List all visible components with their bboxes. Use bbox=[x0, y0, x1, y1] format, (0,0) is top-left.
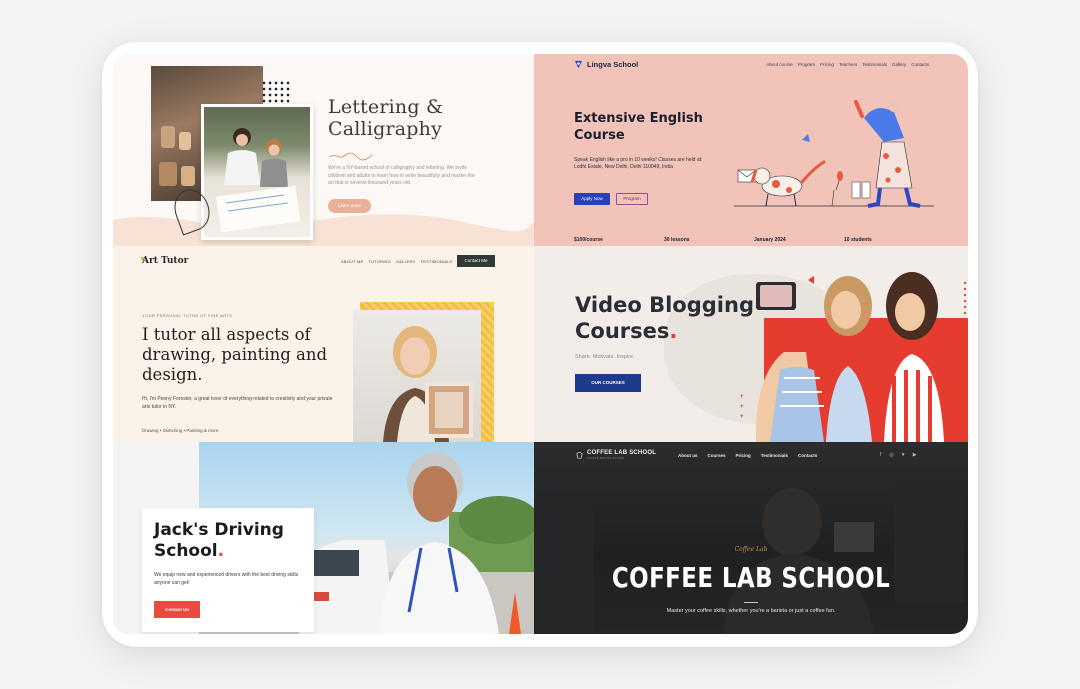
nav-pricing[interactable]: Pricing bbox=[820, 62, 834, 67]
contact-me-button[interactable]: Contact Me bbox=[457, 255, 495, 267]
plus-decoration: + bbox=[740, 404, 744, 410]
art-tutor-nav: ABOUT ME TUTORING GALLERY TESTIMONIALS bbox=[341, 259, 452, 264]
lingva-title: Extensive English Course bbox=[574, 111, 703, 143]
art-tutor-tags: Drawing • Sketching • Painting & more bbox=[142, 428, 219, 433]
lettering-description: We're a NY-based school of calligraphy a… bbox=[328, 165, 475, 186]
lingva-logo[interactable]: Lingva School bbox=[587, 60, 638, 69]
coffee-lab-template-preview[interactable]: COFFEE LAB SCHOOL COFFEE MAKING SCHOOL A… bbox=[534, 442, 968, 634]
dog-walker-illustration bbox=[734, 100, 934, 208]
coffee-logo[interactable]: COFFEE LAB SCHOOL bbox=[587, 450, 656, 456]
art-tutor-description: Hi, I'm Penny Forester, a great lover of… bbox=[142, 396, 333, 410]
lingva-nav: About course Program Pricing Teachers Te… bbox=[766, 62, 929, 67]
nav-gallery[interactable]: Gallery bbox=[892, 62, 906, 67]
vloggers-photo bbox=[755, 272, 944, 442]
title-accent-dot: . bbox=[669, 319, 678, 343]
video-blogging-title: Video Blogging Courses. bbox=[575, 292, 754, 344]
youtube-icon[interactable]: ▶ bbox=[913, 452, 917, 458]
nav-gallery[interactable]: GALLERY bbox=[396, 259, 416, 264]
nav-pricing[interactable]: Pricing bbox=[736, 453, 751, 458]
squiggle-decoration bbox=[329, 152, 373, 161]
facebook-icon[interactable]: f bbox=[880, 452, 881, 458]
stat-lessons: 30 lessons bbox=[664, 237, 690, 243]
coffee-description: Master your coffee skills, whether you'r… bbox=[666, 608, 836, 614]
coffee-logo-icon bbox=[576, 451, 583, 459]
stat-start-date: January 2024 bbox=[754, 237, 786, 243]
stat-price: $100/course bbox=[574, 237, 603, 243]
social-links: f ◎ ♥ ▶ bbox=[880, 452, 917, 458]
lettering-template-preview[interactable]: Lettering & Calligraphy We're a NY-based… bbox=[113, 54, 534, 246]
lettering-title: Lettering & Calligraphy bbox=[328, 96, 443, 140]
tutor-portrait bbox=[353, 310, 481, 442]
coffee-logo-subtitle: COFFEE MAKING SCHOOL bbox=[587, 457, 625, 460]
driving-title-line1: Jack's Driving bbox=[154, 520, 284, 540]
lettering-title-line1: Lettering & bbox=[328, 96, 444, 118]
art-tutor-template-preview[interactable]: Art Tutor ABOUT ME TUTORING GALLERY TEST… bbox=[113, 246, 534, 442]
dot-pattern-decoration bbox=[261, 80, 291, 106]
nav-testimonials[interactable]: Testimonials bbox=[761, 453, 788, 458]
nav-contacts[interactable]: Contacts bbox=[798, 453, 817, 458]
plus-decoration: + bbox=[740, 414, 744, 420]
art-tutor-title: I tutor all aspects of drawing, painting… bbox=[142, 325, 328, 384]
nav-about-me[interactable]: ABOUT ME bbox=[341, 259, 363, 264]
our-courses-button[interactable]: OUR COURSES bbox=[575, 374, 641, 392]
dot-column-decoration bbox=[962, 280, 968, 320]
contact-us-button[interactable]: Contact Us bbox=[154, 601, 200, 618]
learn-more-button[interactable]: Learn more bbox=[328, 199, 371, 213]
lingva-logo-icon bbox=[574, 60, 583, 69]
video-blogging-title-line2: Courses bbox=[575, 319, 670, 343]
title-accent-dot: . bbox=[217, 541, 225, 561]
lingva-description: Speak English like a pro in 10 weeks! Cl… bbox=[574, 157, 703, 170]
video-blogging-title-line1: Video Blogging bbox=[575, 293, 754, 317]
nav-about-us[interactable]: About us bbox=[678, 453, 698, 458]
lettering-title-line2: Calligraphy bbox=[328, 118, 443, 140]
program-button[interactable]: Program bbox=[616, 193, 648, 205]
coffee-nav: About us Courses Pricing Testimonials Co… bbox=[678, 453, 817, 458]
stat-students: 10 students bbox=[844, 237, 872, 243]
divider bbox=[744, 602, 758, 603]
coffee-title: COFFEE LAB SCHOOL bbox=[611, 561, 891, 594]
driving-title: Jack's Driving School. bbox=[154, 520, 284, 562]
nav-testimonials[interactable]: TESTIMONIALS bbox=[421, 259, 453, 264]
lingva-template-preview[interactable]: Lingva School About course Program Prici… bbox=[534, 54, 968, 246]
course-stats: $100/course 30 lessons January 2024 10 s… bbox=[574, 237, 934, 243]
apply-now-button[interactable]: Apply Now bbox=[574, 193, 610, 205]
video-blogging-subtitle: Share. Motivate. Inspire. bbox=[575, 354, 635, 360]
instagram-icon[interactable]: ◎ bbox=[889, 452, 893, 458]
template-collage: Lettering & Calligraphy We're a NY-based… bbox=[113, 54, 968, 634]
nav-program[interactable]: Program bbox=[798, 62, 815, 67]
driving-title-line2: School bbox=[154, 541, 218, 561]
art-tutor-logo[interactable]: Art Tutor bbox=[142, 256, 188, 266]
nav-courses[interactable]: Courses bbox=[708, 453, 726, 458]
nav-teachers[interactable]: Teachers bbox=[839, 62, 857, 67]
plus-decoration: + bbox=[740, 394, 744, 400]
nav-about-course[interactable]: About course bbox=[766, 62, 793, 67]
calligraphy-class-photo bbox=[201, 104, 313, 240]
driving-school-template-preview[interactable]: Jack's Driving School. We equip new and … bbox=[113, 442, 534, 634]
nav-tutoring[interactable]: TUTORING bbox=[368, 259, 390, 264]
twitter-icon[interactable]: ♥ bbox=[902, 452, 905, 458]
art-tutor-eyebrow: YOUR PERSONAL TUTOR OF FINE ARTS bbox=[142, 313, 233, 318]
driving-description: We equip new and experienced drivers wit… bbox=[154, 572, 299, 586]
nav-contacts[interactable]: Contacts bbox=[911, 62, 929, 67]
nav-testimonials[interactable]: Testimonials bbox=[862, 62, 887, 67]
coffee-script-label: Coffee Lab bbox=[734, 546, 768, 553]
video-blogging-template-preview[interactable]: Video Blogging Courses. Share. Motivate.… bbox=[534, 246, 968, 442]
